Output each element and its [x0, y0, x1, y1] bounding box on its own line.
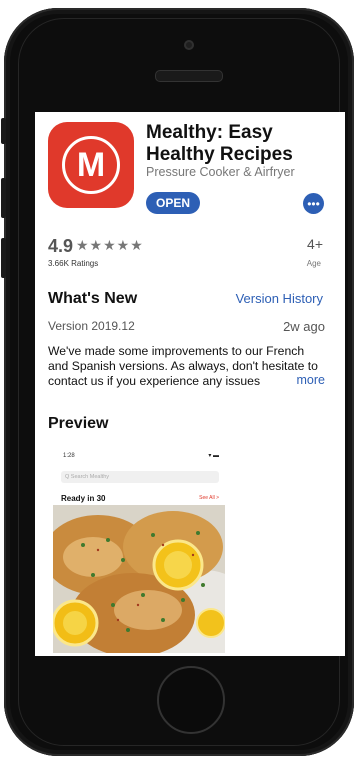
version-history-link[interactable]: Version History: [236, 291, 323, 306]
app-logo-letter: M: [76, 145, 106, 184]
app-store-screen: M Mealthy: Easy Healthy Recipes Pressure…: [35, 112, 345, 656]
earpiece-speaker: [155, 70, 223, 82]
rating-value: 4.9: [48, 236, 74, 256]
age-rating-label: Age: [306, 259, 321, 268]
food-photo: [53, 505, 225, 653]
shot-see-all-link: See All >: [199, 495, 219, 501]
whats-new-heading: What's New: [48, 290, 138, 307]
shot-section-title: Ready in 30: [61, 494, 106, 503]
preview-heading: Preview: [48, 415, 109, 432]
app-logo-ring: M: [62, 136, 120, 194]
shot-search-bar: Q Search Mealthy: [61, 471, 219, 483]
release-age: 2w ago: [283, 319, 325, 334]
volume-up-button: [1, 178, 6, 218]
shot-status-icons: ▾ ▬: [208, 453, 219, 459]
rating-count: 3.66K Ratings: [48, 259, 99, 268]
preview-screenshot[interactable]: 1:28 ▾ ▬ Q Search Mealthy Ready in 30 Se…: [53, 447, 225, 653]
mute-switch: [1, 118, 6, 144]
version-label: Version 2019.12: [48, 319, 135, 333]
shot-status-time: 1:28: [63, 453, 75, 459]
volume-down-button: [1, 238, 6, 278]
app-subtitle: Pressure Cooker & Airfryer: [146, 165, 295, 179]
app-icon: M: [48, 122, 134, 208]
more-link[interactable]: more: [278, 373, 325, 387]
home-button[interactable]: [157, 666, 225, 734]
rating-stars-icon: ★★★★★: [76, 237, 144, 253]
app-title: Mealthy: Easy Healthy Recipes: [146, 122, 293, 165]
age-rating-value: 4+: [307, 236, 323, 252]
front-camera: [184, 40, 194, 50]
more-options-icon[interactable]: •••: [303, 193, 324, 214]
open-button[interactable]: OPEN: [146, 192, 200, 214]
